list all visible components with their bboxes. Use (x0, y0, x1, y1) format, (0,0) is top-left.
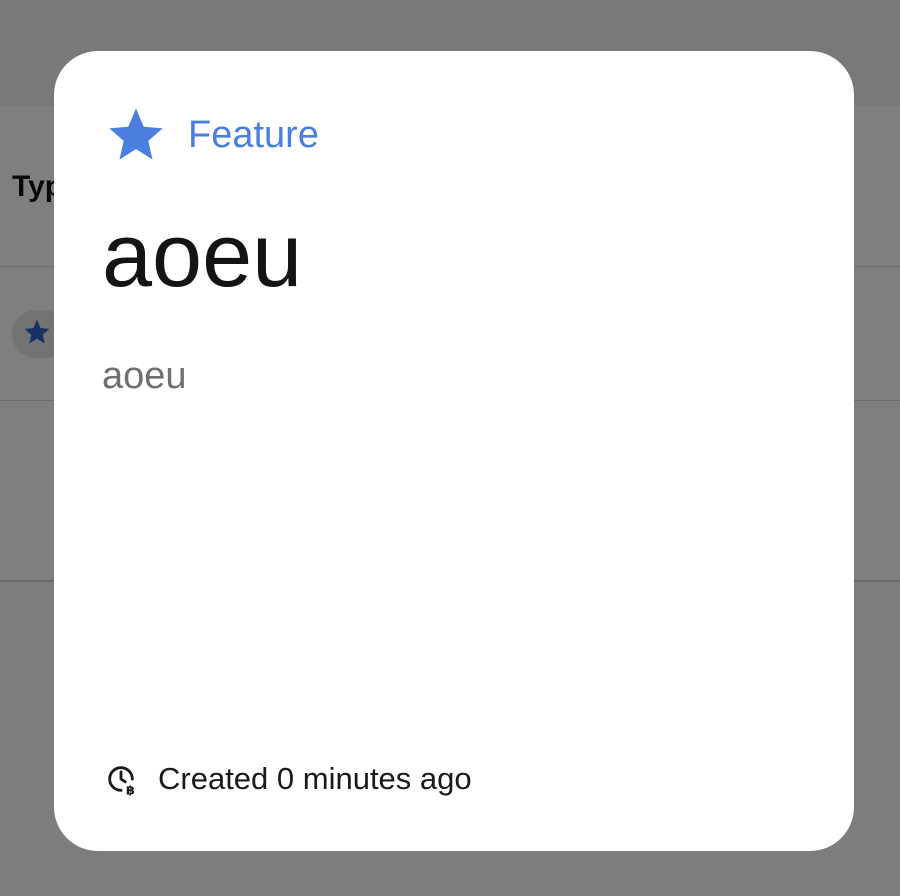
issue-type: Feature (104, 103, 319, 167)
issue-title: aoeu (102, 206, 303, 306)
created-timestamp: Created 0 minutes ago (158, 761, 472, 796)
svg-text:฿: ฿ (126, 784, 135, 796)
star-icon (104, 103, 168, 167)
issue-type-label: Feature (188, 113, 319, 156)
issue-description: aoeu (102, 355, 187, 397)
issue-detail-dialog: Feature aoeu aoeu ฿ Created 0 minutes ag… (54, 51, 854, 851)
created-info: ฿ Created 0 minutes ago (104, 761, 472, 797)
clock-icon: ฿ (104, 762, 138, 796)
page: Typ Feature aoeu aoeu ฿ Creat (0, 0, 900, 896)
